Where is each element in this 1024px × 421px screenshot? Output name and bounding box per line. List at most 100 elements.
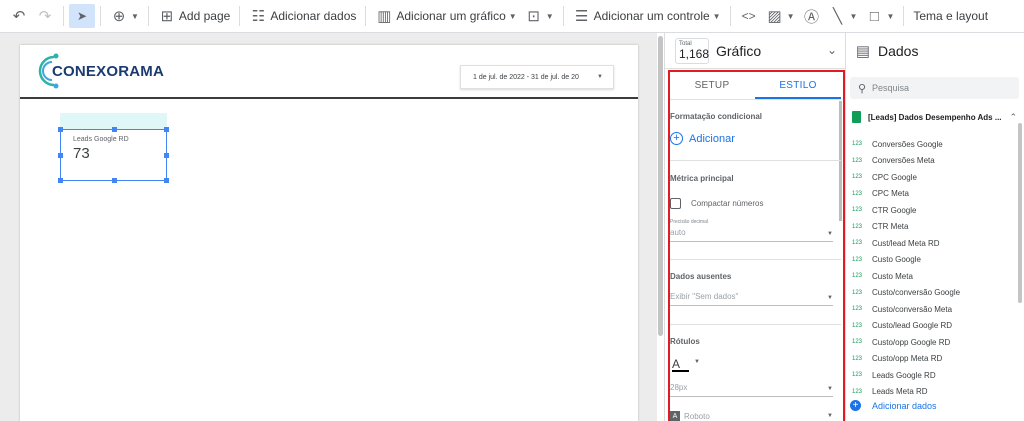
chevron-down-icon: ▼ [131,11,139,21]
resize-handle[interactable] [112,178,117,183]
field-label: CPC Meta [872,189,909,199]
add-chart-button[interactable]: ▥ Adicionar um gráfico ▼ [371,4,520,28]
field-item[interactable]: 123 CTR Meta [852,219,1012,236]
add-control-button[interactable]: ☰ Adicionar um controle ▼ [569,4,725,28]
field-label: Custo Meta [872,271,913,281]
data-panel-title: Dados [878,43,919,59]
report-page[interactable]: CONEXORAMA 1 de jul. de 2022 - 31 de jul… [20,45,638,421]
date-range-value: 1 de jul. de 2022 - 31 de jul. de 20 [473,73,579,81]
field-item[interactable]: 123 CPC Meta [852,186,1012,203]
add-page-icon: ⊞ [160,8,174,25]
properties-header: Total 1,168 Gráfico ⌄ [665,33,845,69]
chevron-down-icon: ▼ [545,11,554,21]
number-type-icon: 123 [852,207,863,214]
field-label: Leads Google RD [872,370,936,380]
field-label: CTR Meta [872,222,909,232]
collapse-icon[interactable]: ⌃ [1009,112,1017,123]
resize-handle[interactable] [164,178,169,183]
plus-circle-icon: + [850,400,861,411]
chevron-down-icon: ▼ [508,11,517,21]
report-canvas: CONEXORAMA 1 de jul. de 2022 - 31 de jul… [0,33,657,421]
add-data-icon: ☷ [251,8,266,25]
sheets-icon [852,111,861,123]
field-item[interactable]: 123 Conversões Meta [852,153,1012,170]
data-panel-scrollbar[interactable] [1018,123,1022,303]
field-label: Conversões Google [872,139,943,149]
chart-type-badge[interactable]: Total 1,168 [675,37,709,64]
chevron-down-icon: ▼ [827,413,833,419]
resize-handle[interactable] [58,178,63,183]
add-page-button[interactable]: ⊞ Add page [154,4,234,28]
field-label: CPC Google [872,172,917,182]
divider [147,6,149,26]
resize-handle[interactable] [58,153,63,158]
field-item[interactable]: 123 CPC Google [852,169,1012,186]
field-label: Custo Google [872,255,921,265]
field-item[interactable]: 123 Custo/lead Google RD [852,318,1012,335]
redo-button[interactable]: ↷ [32,4,58,28]
embed-button[interactable]: <> [736,4,762,28]
highlight-frame [668,70,845,421]
zoom-icon: ⊕ [112,8,126,25]
field-item[interactable]: 123 Leads Google RD [852,367,1012,384]
add-page-label: Add page [178,9,231,23]
number-type-icon: 123 [852,141,863,148]
toolbar: ↶ ↷ ➤ ⊕ ▼ ⊞ Add page ☷ Adicionar dados ▥ Adi… [0,0,1024,33]
field-item[interactable]: 123 Custo Meta [852,268,1012,285]
date-range-control[interactable]: 1 de jul. de 2022 - 31 de jul. de 20 ▼ [460,65,614,89]
field-item[interactable]: 123 Custo/conversão Meta [852,301,1012,318]
chevron-down-icon: ▼ [849,11,858,21]
undo-button[interactable]: ↶ [6,4,32,28]
text-icon: Ⓐ [804,8,820,26]
field-item[interactable]: 123 Conversões Google [852,136,1012,153]
resize-handle[interactable] [164,127,169,132]
field-item[interactable]: 123 Leads Meta RD [852,384,1012,401]
field-item[interactable]: 123 Cust/lead Meta RD [852,235,1012,252]
scorecard-leads-google[interactable]: Leads Google RD 73 [58,127,169,183]
chevron-down-icon: ▼ [786,11,795,21]
image-button[interactable]: ▨ ▼ [762,4,799,28]
components-button[interactable]: ⊡ ▼ [521,4,558,28]
zoom-button[interactable]: ⊕ ▼ [106,4,143,28]
line-button[interactable]: ╲ ▼ [825,4,862,28]
divider [239,6,241,26]
divider [63,6,64,26]
select-tool-button[interactable]: ➤ [69,4,95,28]
number-type-icon: 123 [852,157,863,164]
resize-handle[interactable] [58,127,63,132]
field-label: Cust/lead Meta RD [872,238,940,248]
line-icon: ╲ [833,8,843,25]
search-input[interactable]: ⚲ Pesquisa [850,77,1019,99]
data-source-header[interactable]: [Leads] Dados Desempenho Ads ... ⌃ [852,111,1017,123]
canvas-scrollbar[interactable] [658,36,663,336]
theme-layout-button[interactable]: Tema e layout [909,4,992,28]
add-data-button[interactable]: ☷ Adicionar dados [245,4,360,28]
field-item[interactable]: 123 Custo/conversão Google [852,285,1012,302]
field-item[interactable]: 123 Custo Google [852,252,1012,269]
font-family-select[interactable]: A Roboto ▼ [670,411,833,421]
scorecard-label: Leads Google RD [73,136,129,143]
field-label: Custo/lead Google RD [872,321,953,331]
field-item[interactable]: 123 Custo/opp Meta RD [852,351,1012,368]
number-type-icon: 123 [852,256,863,263]
resize-handle[interactable] [112,127,117,132]
resize-handle[interactable] [164,153,169,158]
divider [365,6,367,26]
header-divider [20,97,638,99]
search-icon: ⚲ [857,82,867,95]
add-data-button[interactable]: + Adicionar dados [850,400,937,411]
field-item[interactable]: 123 Custo/opp Google RD [852,334,1012,351]
chevron-down-icon: ▼ [712,11,721,21]
number-type-icon: 123 [852,190,863,197]
text-button[interactable]: Ⓐ [799,4,825,28]
field-label: Custo/opp Google RD [872,337,951,347]
field-label: Custo/conversão Meta [872,304,953,314]
undo-icon: ↶ [12,8,26,25]
add-control-label: Adicionar um controle [593,9,710,23]
font-family-value: Roboto [684,411,710,421]
field-item[interactable]: 123 CTR Google [852,202,1012,219]
chevron-down-icon[interactable]: ⌄ [827,43,837,57]
field-label: Conversões Meta [872,156,935,166]
data-table-icon: ▤ [855,43,871,60]
shape-button[interactable]: □ ▼ [861,4,898,28]
